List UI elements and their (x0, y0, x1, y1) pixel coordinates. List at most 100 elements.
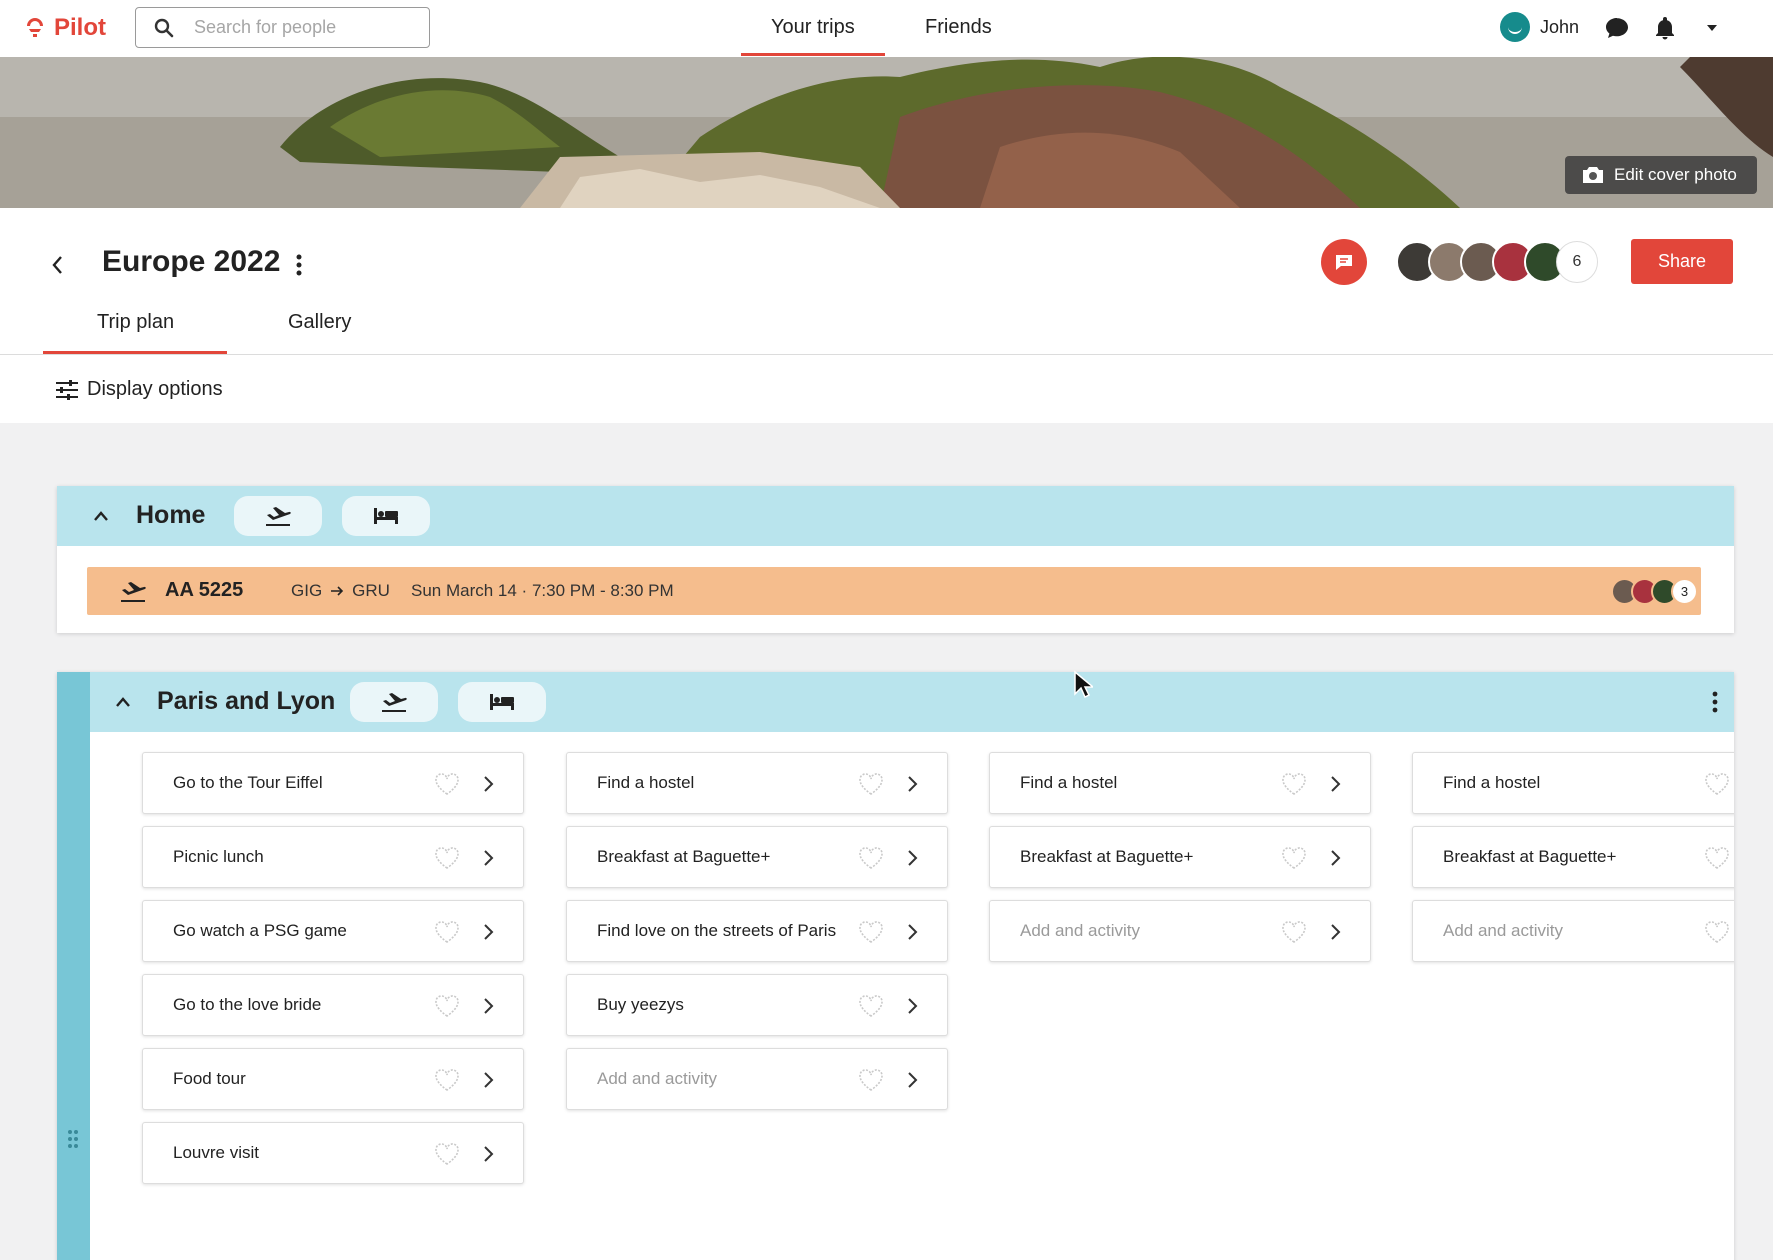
activity-card[interactable]: Picnic lunch (142, 826, 524, 888)
heart-icon[interactable] (857, 1067, 885, 1093)
drag-handle-icon[interactable] (67, 1129, 79, 1149)
chevron-right-icon[interactable] (483, 849, 494, 867)
bed-icon (374, 508, 398, 524)
activity-card[interactable]: Go to the Tour Eiffel (142, 752, 524, 814)
day-column: Travel to LyonThursFind a hostelBreakfas… (1412, 752, 1734, 1260)
heart-icon[interactable] (433, 919, 461, 945)
heart-icon[interactable] (433, 1067, 461, 1093)
activity-card[interactable]: Buy yeezys (566, 974, 948, 1036)
tab-gallery[interactable]: Gallery (288, 311, 351, 334)
activity-card[interactable]: Find a hostel (989, 752, 1371, 814)
trip-more-icon[interactable] (296, 254, 302, 276)
activity-card[interactable]: Add and activity (1412, 900, 1734, 962)
search-box[interactable] (135, 7, 430, 48)
heart-icon[interactable] (1703, 771, 1731, 797)
activity-card[interactable]: Louvre visit (142, 1122, 524, 1184)
activity-label: Add and activity (1020, 921, 1141, 940)
activity-label: Breakfast at Baguette+ (1020, 847, 1194, 866)
add-flight-button[interactable] (350, 682, 438, 722)
flight-time: Sun March 14 · 7:30 PM - 8:30 PM (411, 581, 674, 600)
heart-icon[interactable] (433, 845, 461, 871)
chevron-right-icon[interactable] (483, 923, 494, 941)
chevron-right-icon[interactable] (1330, 775, 1341, 793)
pilot-logo[interactable]: Pilot (24, 14, 106, 42)
activity-card[interactable]: Breakfast at Baguette+ (989, 826, 1371, 888)
activity-label: Find a hostel (1020, 773, 1118, 792)
heart-icon[interactable] (1703, 919, 1731, 945)
share-button[interactable]: Share (1631, 239, 1733, 284)
chevron-right-icon[interactable] (907, 997, 918, 1015)
section-drag-bar[interactable] (57, 672, 90, 1260)
chevron-right-icon[interactable] (907, 923, 918, 941)
trip-chat-button[interactable] (1321, 239, 1367, 285)
heart-icon[interactable] (433, 771, 461, 797)
trip-members[interactable]: 6 (1396, 241, 1598, 283)
add-flight-button[interactable] (234, 496, 322, 536)
flight-route: GIG GRU (291, 581, 390, 601)
flight-destination: GRU (352, 581, 390, 600)
chevron-right-icon[interactable] (1330, 849, 1341, 867)
nav-tab-your-trips[interactable]: Your trips (771, 16, 855, 39)
activity-card[interactable]: Breakfast at Baguette+ (566, 826, 948, 888)
tab-trip-plan[interactable]: Trip plan (97, 311, 174, 334)
day-column: First Day in ParisThurs 28thFind a hoste… (566, 752, 948, 1260)
columns-board: Things I want to doAdd DateGo to the Tou… (90, 732, 1734, 1260)
dropdown-caret-icon[interactable] (1704, 20, 1720, 36)
plane-icon (382, 693, 407, 712)
day-column: Second Day in ParisThurs 28thFind a host… (989, 752, 1371, 1260)
activity-label: Find a hostel (597, 773, 695, 792)
activity-card[interactable]: Add and activity (566, 1048, 948, 1110)
heart-icon[interactable] (1280, 845, 1308, 871)
nav-tab-friends[interactable]: Friends (925, 16, 992, 39)
heart-icon[interactable] (857, 845, 885, 871)
activity-card[interactable]: Find a hostel (566, 752, 948, 814)
chevron-right-icon[interactable] (483, 1145, 494, 1163)
activity-card[interactable]: Go watch a PSG game (142, 900, 524, 962)
chat-icon (1336, 255, 1352, 270)
activity-label: Breakfast at Baguette+ (597, 847, 771, 866)
activity-label: Go to the Tour Eiffel (173, 773, 323, 792)
heart-icon[interactable] (857, 771, 885, 797)
chevron-right-icon[interactable] (483, 1071, 494, 1089)
chevron-right-icon[interactable] (907, 849, 918, 867)
activity-card[interactable]: Breakfast at Baguette+ (1412, 826, 1734, 888)
chevron-right-icon[interactable] (907, 1071, 918, 1089)
chevron-right-icon[interactable] (483, 997, 494, 1015)
search-input[interactable] (194, 17, 394, 38)
section-more-icon[interactable] (1712, 691, 1718, 713)
add-lodging-button[interactable] (458, 682, 546, 722)
back-chevron-icon[interactable] (48, 254, 66, 276)
heart-icon[interactable] (1280, 919, 1308, 945)
chevron-right-icon[interactable] (483, 775, 494, 793)
edit-cover-photo-button[interactable]: Edit cover photo (1565, 156, 1757, 194)
activity-label: Add and activity (597, 1069, 718, 1088)
display-options-label: Display options (87, 378, 223, 400)
heart-icon[interactable] (857, 993, 885, 1019)
collapse-chevron-icon[interactable] (93, 510, 109, 522)
activity-label: Food tour (173, 1069, 246, 1088)
bell-icon[interactable] (1651, 14, 1679, 42)
activity-card[interactable]: Find a hostel (1412, 752, 1734, 814)
heart-icon[interactable] (1703, 845, 1731, 871)
heart-icon[interactable] (1280, 771, 1308, 797)
heart-icon[interactable] (433, 993, 461, 1019)
heart-icon[interactable] (433, 1141, 461, 1167)
chevron-right-icon[interactable] (907, 775, 918, 793)
chevron-right-icon[interactable] (1330, 923, 1341, 941)
user-menu[interactable]: John (1500, 12, 1579, 42)
activity-card[interactable]: Food tour (142, 1048, 524, 1110)
collapse-chevron-icon[interactable] (115, 696, 131, 708)
display-options-button[interactable]: Display options (55, 378, 223, 401)
flight-card[interactable]: AA 5225 GIG GRU Sun March 14 · 7:30 PM -… (87, 567, 1701, 615)
chat-icon[interactable] (1603, 14, 1631, 42)
add-lodging-button[interactable] (342, 496, 430, 536)
top-nav: Pilot Your trips Friends John (0, 0, 1773, 57)
activity-card[interactable]: Add and activity (989, 900, 1371, 962)
activity-card[interactable]: Go to the love bride (142, 974, 524, 1036)
heart-icon[interactable] (857, 919, 885, 945)
plane-icon (266, 507, 291, 526)
cover-photo (0, 57, 1773, 208)
home-section: Home AA 5225 GIG GRU Sun March 14 · 7:30… (57, 486, 1734, 633)
activity-card[interactable]: Find love on the streets of Paris (566, 900, 948, 962)
flight-travelers[interactable]: 3 (1611, 578, 1698, 605)
